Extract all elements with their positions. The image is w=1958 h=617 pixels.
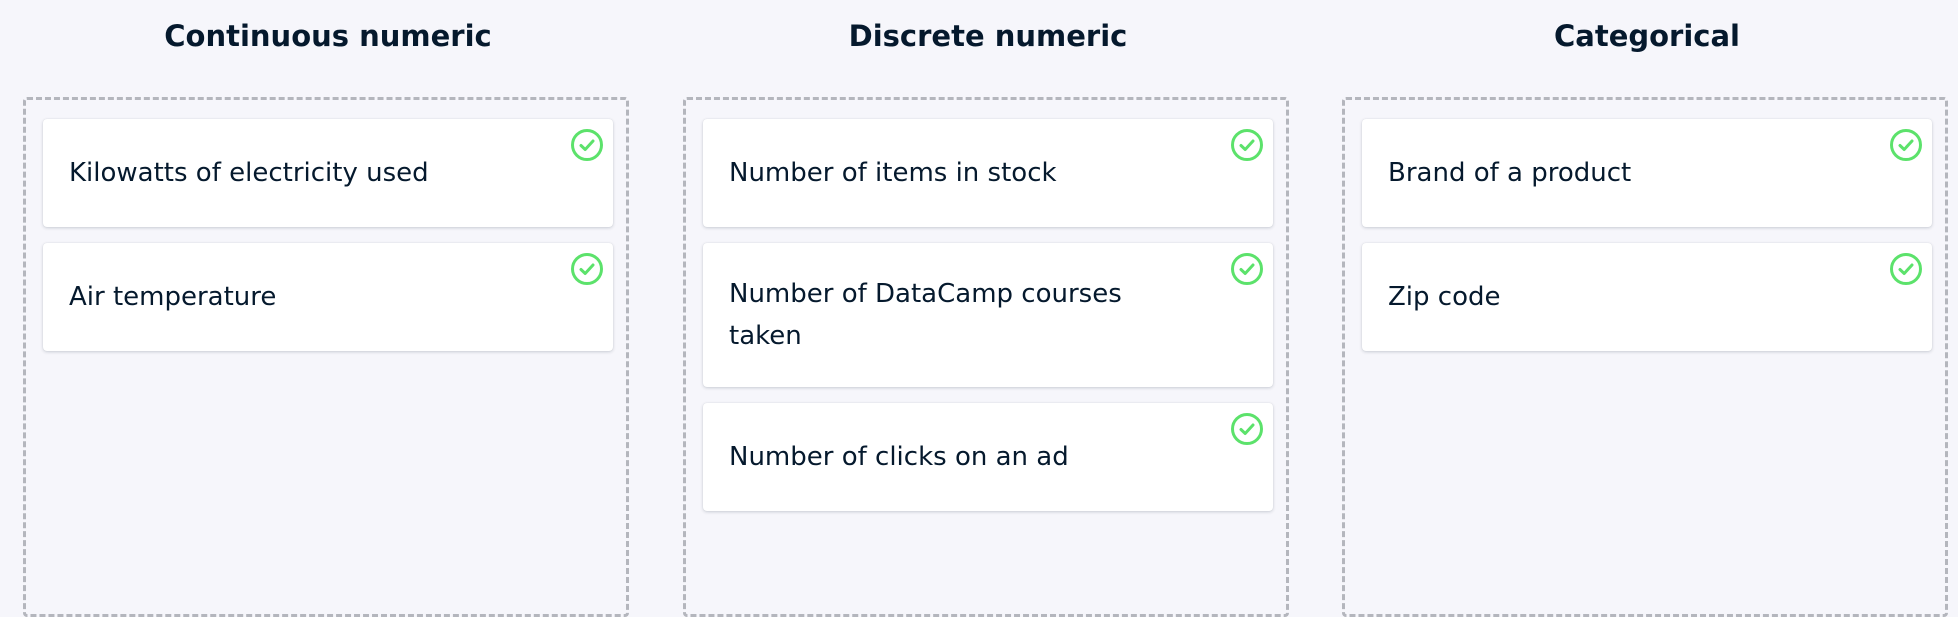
draggable-card[interactable]: Number of DataCamp courses taken — [703, 243, 1273, 387]
check-circle-icon — [1231, 129, 1263, 161]
check-circle-icon — [1231, 413, 1263, 445]
dropzone-categorical[interactable]: Brand of a product Zip code — [1342, 97, 1948, 617]
dropzone-continuous-numeric[interactable]: Kilowatts of electricity used Air temper… — [23, 97, 629, 617]
draggable-card[interactable]: Zip code — [1362, 243, 1932, 351]
card-label: Brand of a product — [1388, 158, 1632, 188]
card-label: Zip code — [1388, 282, 1501, 312]
draggable-card[interactable]: Kilowatts of electricity used — [43, 119, 613, 227]
column-title: Continuous numeric — [164, 19, 492, 53]
check-circle-icon — [1890, 129, 1922, 161]
draggable-card[interactable]: Air temperature — [43, 243, 613, 351]
card-list: Kilowatts of electricity used Air temper… — [43, 119, 613, 351]
card-list: Number of items in stock Number of DataC… — [703, 119, 1273, 511]
check-circle-icon — [571, 129, 603, 161]
check-circle-icon — [1890, 253, 1922, 285]
dropzone-discrete-numeric[interactable]: Number of items in stock Number of DataC… — [683, 97, 1289, 617]
draggable-card[interactable]: Number of items in stock — [703, 119, 1273, 227]
draggable-card[interactable]: Number of clicks on an ad — [703, 403, 1273, 511]
column-title: Categorical — [1553, 19, 1740, 53]
card-label: Air temperature — [69, 282, 277, 312]
column-title: Discrete numeric — [848, 19, 1128, 53]
draggable-card[interactable]: Brand of a product — [1362, 119, 1932, 227]
card-label: Number of items in stock — [729, 158, 1057, 188]
card-label: Number of clicks on an ad — [729, 442, 1069, 472]
card-label: Number of DataCamp courses taken — [729, 279, 1122, 351]
card-list: Brand of a product Zip code — [1362, 119, 1932, 351]
check-circle-icon — [1231, 253, 1263, 285]
card-label: Kilowatts of electricity used — [69, 158, 429, 188]
check-circle-icon — [571, 253, 603, 285]
